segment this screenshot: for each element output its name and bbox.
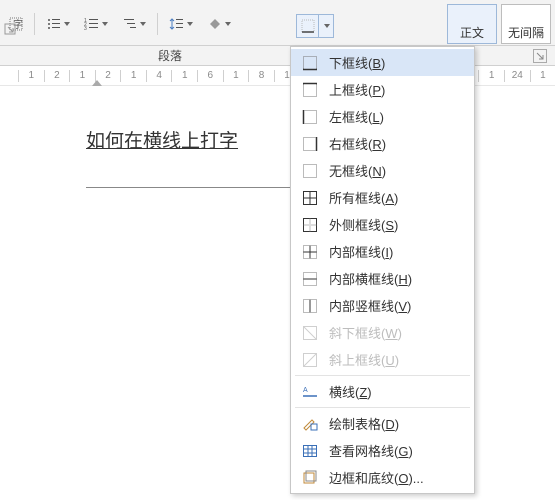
paragraph-group-label: 段落	[158, 47, 182, 64]
border-outside-icon	[301, 216, 319, 234]
menu-item-label: 下框线(B)	[329, 53, 385, 72]
border-inside-v-icon	[301, 297, 319, 315]
menu-item-draw-table[interactable]: 绘制表格(D)	[291, 410, 474, 437]
ruler-tick: 2	[44, 70, 70, 82]
menu-item-view-gridlines[interactable]: 查看网格线(G)	[291, 437, 474, 464]
svg-text:A: A	[303, 387, 308, 394]
menu-item-label: 外侧框线(S)	[329, 215, 398, 234]
menu-item-border-inside-h[interactable]: 内部横框线(H)	[291, 265, 474, 292]
chevron-down-icon	[64, 22, 70, 26]
chevron-down-icon	[324, 24, 330, 28]
paragraph-dialog-launcher[interactable]	[533, 49, 547, 63]
menu-item-borders-shading[interactable]: 边框和底纹(O)...	[291, 464, 474, 491]
menu-item-border-inside-v[interactable]: 内部竖框线(V)	[291, 292, 474, 319]
ruler-tick: 8	[248, 70, 274, 82]
ribbon-toolbar: 字 123 正文 无间隔	[0, 0, 555, 46]
ruler-tick: 4	[146, 70, 172, 82]
style-normal[interactable]: 正文	[447, 4, 497, 44]
menu-item-label: 无框线(N)	[329, 161, 386, 180]
chevron-down-icon	[225, 22, 231, 26]
menu-item-label: 所有框线(A)	[329, 188, 398, 207]
chevron-down-icon	[102, 22, 108, 26]
menu-item-label: 内部竖框线(V)	[329, 296, 411, 315]
menu-item-label: 斜下框线(W)	[329, 323, 402, 342]
style-no-spacing[interactable]: 无间隔	[501, 4, 551, 44]
menu-item-label: 查看网格线(G)	[329, 441, 413, 460]
border-none-icon	[301, 162, 319, 180]
ruler-tick: 1	[120, 70, 146, 82]
ruler-tick: 6	[197, 70, 223, 82]
numbering-button[interactable]: 123	[79, 12, 113, 36]
ruler-tick: 1	[18, 70, 44, 82]
borders-button-dropdown[interactable]	[319, 15, 333, 37]
dialog-launcher-icon[interactable]	[4, 22, 16, 38]
menu-item-horizontal-line[interactable]: A 横线(Z)	[291, 378, 474, 405]
ruler-tick: 1	[478, 70, 504, 82]
svg-text:3: 3	[84, 26, 87, 31]
menu-item-label: 上框线(P)	[329, 80, 385, 99]
line-spacing-button[interactable]	[164, 12, 198, 36]
menu-item-label: 横线(Z)	[329, 382, 372, 401]
separator	[34, 13, 35, 35]
border-bottom-icon	[301, 54, 319, 72]
draw-table-icon	[301, 415, 319, 433]
ruler-tick: 1	[223, 70, 249, 82]
view-gridlines-icon	[301, 442, 319, 460]
menu-item-label: 绘制表格(D)	[329, 414, 399, 433]
ruler-tick: 1	[69, 70, 95, 82]
border-top-icon	[301, 81, 319, 99]
multilevel-list-button[interactable]	[117, 12, 151, 36]
border-left-icon	[301, 108, 319, 126]
ruler-tick: 24	[504, 70, 530, 82]
menu-item-border-top[interactable]: 上框线(P)	[291, 76, 474, 103]
ruler-tick: 1	[171, 70, 197, 82]
menu-item-border-all[interactable]: 所有框线(A)	[291, 184, 474, 211]
menu-item-label: 内部横框线(H)	[329, 269, 412, 288]
borders-split-button[interactable]	[296, 14, 334, 38]
border-diag-up-icon	[301, 351, 319, 369]
menu-item-label: 内部框线(I)	[329, 242, 393, 261]
menu-separator	[295, 375, 470, 376]
style-label: 正文	[460, 24, 484, 41]
menu-item-label: 右框线(R)	[329, 134, 386, 153]
horizontal-line-icon: A	[301, 383, 319, 401]
menu-separator	[295, 407, 470, 408]
shading-button[interactable]	[202, 12, 236, 36]
menu-item-border-inside[interactable]: 内部框线(I)	[291, 238, 474, 265]
borders-button-main[interactable]	[297, 15, 319, 37]
menu-item-label: 左框线(L)	[329, 107, 384, 126]
border-diag-down-icon	[301, 324, 319, 342]
menu-item-border-left[interactable]: 左框线(L)	[291, 103, 474, 130]
menu-item-border-outside[interactable]: 外侧框线(S)	[291, 211, 474, 238]
separator	[157, 13, 158, 35]
style-label: 无间隔	[508, 24, 544, 41]
border-inside-icon	[301, 243, 319, 261]
menu-item-border-right[interactable]: 右框线(R)	[291, 130, 474, 157]
border-right-icon	[301, 135, 319, 153]
menu-item-border-diag-up: 斜上框线(U)	[291, 346, 474, 373]
menu-item-label: 边框和底纹(O)...	[329, 468, 424, 487]
border-inside-h-icon	[301, 270, 319, 288]
chevron-down-icon	[140, 22, 146, 26]
chevron-down-icon	[187, 22, 193, 26]
borders-dropdown-menu: 下框线(B) 上框线(P) 左框线(L) 右框线(R) 无框线(N) 所有框线(A) 外侧框…	[290, 46, 475, 494]
menu-item-border-diag-down: 斜下框线(W)	[291, 319, 474, 346]
borders-shading-icon	[301, 469, 319, 487]
ruler-tick: 1	[530, 70, 555, 82]
bullets-button[interactable]	[41, 12, 75, 36]
menu-item-border-bottom[interactable]: 下框线(B)	[291, 49, 474, 76]
border-all-icon	[301, 189, 319, 207]
menu-item-border-none[interactable]: 无框线(N)	[291, 157, 474, 184]
menu-item-label: 斜上框线(U)	[329, 350, 399, 369]
